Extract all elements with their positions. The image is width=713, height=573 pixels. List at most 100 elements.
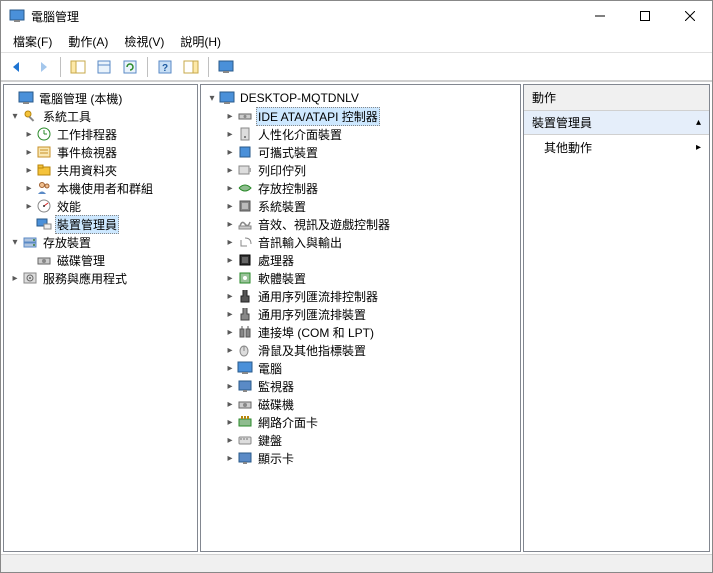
expand-icon[interactable]: ▸ <box>22 145 36 159</box>
maximize-button[interactable] <box>622 1 667 31</box>
device-root[interactable]: ▾ DESKTOP-MQTDNLV <box>201 89 520 107</box>
device-category[interactable]: ▸存放控制器 <box>201 179 520 197</box>
tree-event-viewer[interactable]: ▸ 事件檢視器 <box>4 143 197 161</box>
category-label: 通用序列匯流排控制器 <box>256 288 380 305</box>
refresh-button[interactable] <box>118 55 142 79</box>
category-icon <box>237 414 253 430</box>
expand-icon[interactable]: ▸ <box>223 127 237 141</box>
expand-icon[interactable]: ▸ <box>22 181 36 195</box>
device-category[interactable]: ▸ 顯示卡 <box>201 449 520 467</box>
tree-shared-folders[interactable]: ▸ 共用資料夾 <box>4 161 197 179</box>
expand-icon[interactable]: ▸ <box>223 343 237 357</box>
device-category[interactable]: ▸軟體裝置 <box>201 269 520 287</box>
collapse-icon: ▴ <box>696 117 701 128</box>
console-tree[interactable]: ▾ 電腦管理 (本機) ▾ 系統工具 ▸ 工作排程器 ▸ 事件檢 <box>3 84 198 552</box>
category-label: 顯示卡 <box>256 450 296 467</box>
expand-icon[interactable]: ▸ <box>223 235 237 249</box>
category-icon <box>237 306 253 322</box>
expand-icon[interactable]: ▸ <box>223 145 237 159</box>
device-category[interactable]: ▸ 通用序列匯流排控制器 <box>201 287 520 305</box>
device-category[interactable]: ▸IDE ATA/ATAPI 控制器 <box>201 107 520 125</box>
expand-icon[interactable]: ▸ <box>223 217 237 231</box>
device-category[interactable]: ▸列印佇列 <box>201 161 520 179</box>
expand-icon[interactable]: ▸ <box>223 289 237 303</box>
device-category[interactable]: ▸ 音訊輸入與輸出 <box>201 233 520 251</box>
expand-icon[interactable]: ▸ <box>223 325 237 339</box>
tree-storage[interactable]: ▾ 存放裝置 <box>4 233 197 251</box>
expand-icon[interactable]: ▸ <box>223 379 237 393</box>
device-category[interactable]: ▸處理器 <box>201 251 520 269</box>
device-category[interactable]: ▸滑鼠及其他指標裝置 <box>201 341 520 359</box>
expand-icon[interactable]: ▸ <box>223 109 237 123</box>
expand-icon[interactable]: ▸ <box>223 361 237 375</box>
scheduler-icon <box>36 126 52 142</box>
device-category[interactable]: ▸人性化介面裝置 <box>201 125 520 143</box>
expand-icon[interactable]: ▸ <box>223 199 237 213</box>
expand-icon[interactable]: ▸ <box>223 163 237 177</box>
expand-icon[interactable]: ▸ <box>223 451 237 465</box>
expand-icon[interactable]: ▾ <box>8 235 22 249</box>
properties-button[interactable] <box>92 55 116 79</box>
tree-task-scheduler[interactable]: ▸ 工作排程器 <box>4 125 197 143</box>
category-icon <box>237 216 253 232</box>
tree-local-users[interactable]: ▸ 本機使用者和群組 <box>4 179 197 197</box>
menu-file[interactable]: 檔案(F) <box>5 31 60 52</box>
expand-icon[interactable]: ▸ <box>223 181 237 195</box>
menu-help[interactable]: 說明(H) <box>172 31 229 52</box>
category-label: 鍵盤 <box>256 432 284 449</box>
action-pane-button[interactable] <box>179 55 203 79</box>
device-category[interactable]: ▸可攜式裝置 <box>201 143 520 161</box>
monitor-button[interactable] <box>214 55 238 79</box>
users-icon <box>36 180 52 196</box>
expand-icon[interactable]: ▾ <box>8 109 22 123</box>
expand-icon[interactable]: ▸ <box>22 163 36 177</box>
actions-section[interactable]: 裝置管理員 ▴ <box>524 111 709 135</box>
back-button[interactable] <box>5 55 29 79</box>
storage-icon <box>22 234 38 250</box>
expand-icon[interactable]: ▸ <box>22 199 36 213</box>
tree-device-manager[interactable]: ▸ 裝置管理員 <box>4 215 197 233</box>
device-category[interactable]: ▸電腦 <box>201 359 520 377</box>
device-category[interactable]: ▸音效、視訊及遊戲控制器 <box>201 215 520 233</box>
expand-icon[interactable]: ▸ <box>223 415 237 429</box>
menu-action[interactable]: 動作(A) <box>60 31 116 52</box>
actions-more[interactable]: 其他動作 ▸ <box>524 135 709 160</box>
expand-icon[interactable]: ▸ <box>223 433 237 447</box>
expand-icon[interactable]: ▸ <box>223 307 237 321</box>
tree-services[interactable]: ▸ 服務與應用程式 <box>4 269 197 287</box>
category-label: 音訊輸入與輸出 <box>256 234 344 251</box>
close-button[interactable] <box>667 1 712 31</box>
expand-icon[interactable]: ▸ <box>223 253 237 267</box>
device-category[interactable]: ▸ 鍵盤 <box>201 431 520 449</box>
device-tree[interactable]: ▾ DESKTOP-MQTDNLV ▸IDE ATA/ATAPI 控制器▸人性化… <box>200 84 521 552</box>
tree-disk-mgmt[interactable]: ▸ 磁碟管理 <box>4 251 197 269</box>
tree-systemtools[interactable]: ▾ 系統工具 <box>4 107 197 125</box>
expand-icon[interactable]: ▾ <box>205 91 219 105</box>
performance-icon <box>36 198 52 214</box>
category-icon <box>237 360 253 376</box>
device-category[interactable]: ▸ 磁碟機 <box>201 395 520 413</box>
device-category[interactable]: ▸監視器 <box>201 377 520 395</box>
tree-performance[interactable]: ▸ 效能 <box>4 197 197 215</box>
tree-root[interactable]: ▾ 電腦管理 (本機) <box>4 89 197 107</box>
expand-icon[interactable]: ▸ <box>8 271 22 285</box>
app-icon <box>9 8 25 24</box>
menu-view[interactable]: 檢視(V) <box>116 31 172 52</box>
category-icon <box>237 126 253 142</box>
category-icon <box>237 396 253 412</box>
minimize-button[interactable] <box>577 1 622 31</box>
category-icon <box>237 324 253 340</box>
expand-icon[interactable]: ▸ <box>223 397 237 411</box>
device-category[interactable]: ▸連接埠 (COM 和 LPT) <box>201 323 520 341</box>
device-category[interactable]: ▸網路介面卡 <box>201 413 520 431</box>
show-hide-tree-button[interactable] <box>66 55 90 79</box>
category-label: 磁碟機 <box>256 396 296 413</box>
expand-icon[interactable]: ▸ <box>223 271 237 285</box>
forward-button[interactable] <box>31 55 55 79</box>
device-category[interactable]: ▸系統裝置 <box>201 197 520 215</box>
device-category[interactable]: ▸通用序列匯流排裝置 <box>201 305 520 323</box>
category-icon <box>237 450 253 466</box>
category-icon <box>237 288 253 304</box>
expand-icon[interactable]: ▸ <box>22 127 36 141</box>
help-button[interactable]: ? <box>153 55 177 79</box>
